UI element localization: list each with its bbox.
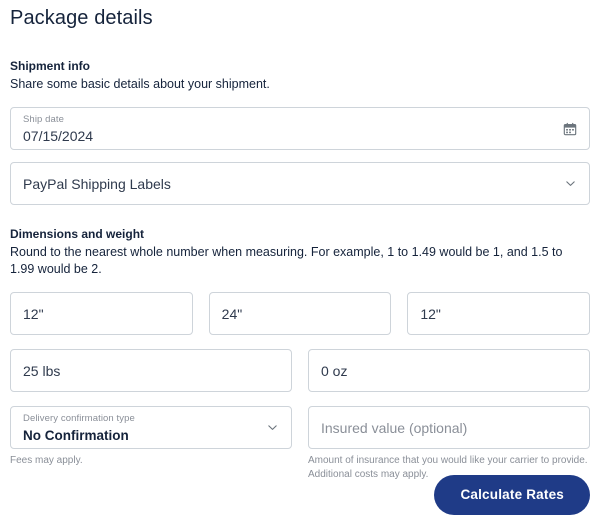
weight-row: 25 lbs 0 oz	[10, 349, 590, 392]
weight-oz-value: 0 oz	[321, 362, 348, 379]
width-value: 24"	[221, 305, 243, 322]
carrier-select[interactable]: PayPal Shipping Labels	[10, 162, 590, 205]
page-title: Package details	[10, 7, 153, 29]
insured-value-input[interactable]: Insured value (optional)	[308, 406, 590, 449]
width-col: 24"	[208, 292, 392, 335]
delivery-row: Delivery confirmation type No Confirmati…	[10, 406, 590, 482]
length-input[interactable]: 12"	[10, 292, 193, 335]
delivery-confirmation-label: Delivery confirmation type	[23, 413, 135, 424]
footer-actions: Calculate Rates	[434, 475, 590, 515]
height-col: 12"	[407, 292, 591, 335]
delivery-confirmation-col: Delivery confirmation type No Confirmati…	[10, 406, 292, 482]
calculate-rates-button[interactable]: Calculate Rates	[434, 475, 590, 515]
dimensions-heading: Dimensions and weight	[10, 227, 145, 241]
carrier-select-value: PayPal Shipping Labels	[23, 175, 171, 192]
weight-oz-input[interactable]: 0 oz	[308, 349, 590, 392]
ship-date-label: Ship date	[23, 114, 65, 125]
insured-value-placeholder: Insured value (optional)	[321, 419, 468, 436]
height-input[interactable]: 12"	[407, 292, 591, 335]
ship-date-field[interactable]: Ship date 07/15/2024	[10, 107, 590, 150]
shipment-info-heading: Shipment info	[10, 59, 90, 73]
length-value: 12"	[23, 305, 44, 322]
length-col: 12"	[10, 292, 193, 335]
dimensions-description: Round to the nearest whole number when m…	[10, 245, 563, 276]
insured-value-col: Insured value (optional) Amount of insur…	[308, 406, 590, 482]
delivery-confirmation-select[interactable]: Delivery confirmation type No Confirmati…	[10, 406, 292, 449]
calendar-icon[interactable]	[562, 121, 578, 137]
chevron-down-icon[interactable]	[264, 420, 280, 436]
chevron-down-icon[interactable]	[562, 176, 578, 192]
package-details-page: Package details Shipment info Share some…	[0, 0, 600, 527]
delivery-confirmation-value: No Confirmation	[23, 428, 129, 443]
weight-lbs-input[interactable]: 25 lbs	[10, 349, 292, 392]
dimensions-row: 12" 24" 12"	[10, 292, 591, 335]
height-value: 12"	[420, 305, 441, 322]
weight-lbs-value: 25 lbs	[23, 362, 61, 379]
shipment-info-description: Share some basic details about your ship…	[10, 77, 270, 91]
ship-date-value: 07/15/2024	[23, 128, 94, 144]
width-input[interactable]: 24"	[208, 292, 392, 335]
weight-oz-col: 0 oz	[308, 349, 590, 392]
delivery-confirmation-helper: Fees may apply.	[10, 455, 83, 466]
weight-lbs-col: 25 lbs	[10, 349, 292, 392]
